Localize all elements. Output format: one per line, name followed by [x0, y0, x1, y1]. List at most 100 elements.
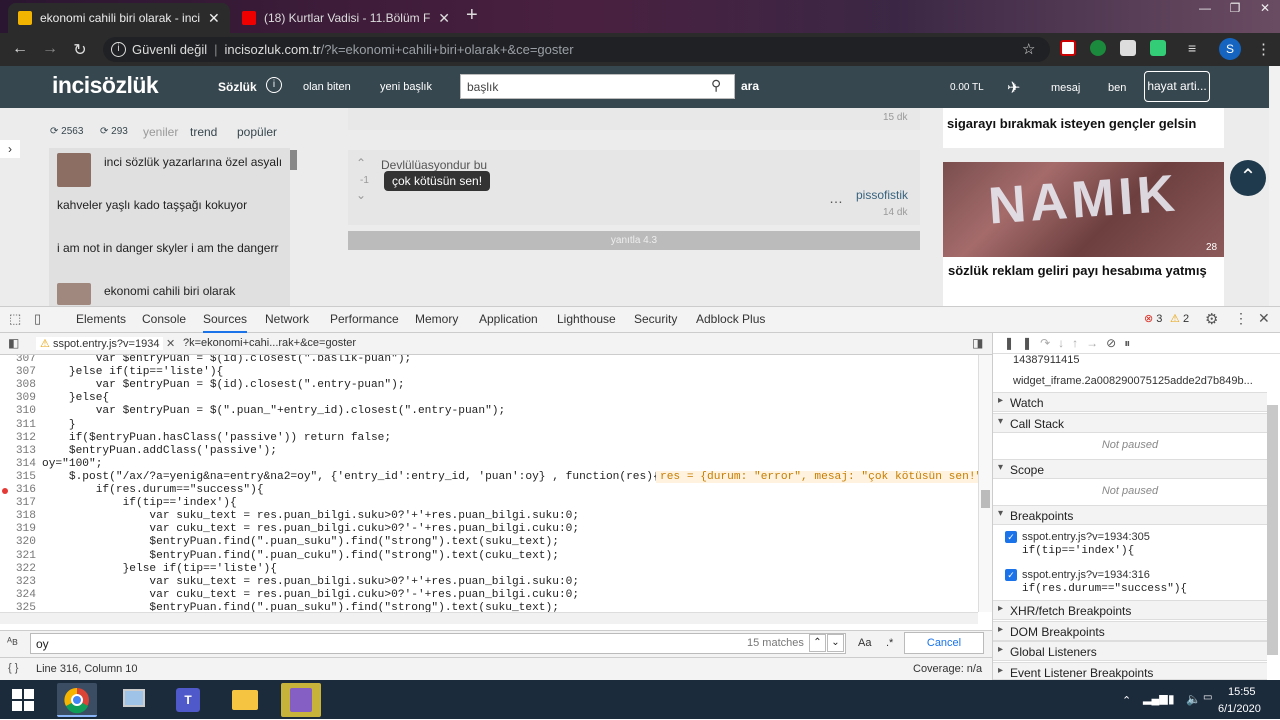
line-number[interactable]: 311 [6, 419, 36, 431]
downvote-icon[interactable]: ⌄ [356, 188, 366, 202]
line-number[interactable]: 319 [6, 523, 36, 535]
line-number[interactable]: 308 [6, 379, 36, 391]
settings-gear-icon[interactable]: ⚙ [1205, 310, 1218, 328]
headline-image[interactable]: NAMIK [943, 162, 1224, 257]
extension-icon[interactable] [1150, 40, 1166, 56]
line-number[interactable]: 325 [6, 602, 36, 612]
error-count[interactable]: ⊗ 3 [1144, 312, 1162, 325]
clock-date[interactable]: 6/1/2020 [1218, 703, 1261, 715]
adblock-extension-icon[interactable] [1060, 40, 1076, 56]
sidebar-toggle-chevron-icon[interactable]: › [0, 140, 20, 158]
browser-tab-youtube[interactable]: (18) Kurtlar Vadisi - 11.Bölüm Full ✕ [232, 3, 460, 33]
section-breakpoints[interactable]: Breakpoints [993, 505, 1267, 525]
line-number[interactable]: 314 [6, 458, 36, 470]
nav-hayat-button[interactable]: hayat arti... [1144, 71, 1210, 102]
computer-taskbar-icon[interactable] [113, 683, 153, 717]
breakpoint-checkbox[interactable]: ✓ [1005, 531, 1017, 543]
line-number[interactable]: 323 [6, 576, 36, 588]
file-tab-active[interactable]: ⚠ sspot.entry.js?v=1934 [36, 337, 164, 350]
upvote-icon[interactable]: ⌃ [356, 156, 366, 170]
line-number[interactable]: 324 [6, 589, 36, 601]
section-global-listeners[interactable]: Global Listeners [993, 641, 1267, 661]
bookmark-star-icon[interactable]: ☆ [1022, 40, 1035, 58]
headline-1[interactable]: sigarayı bırakmak isteyen gençler gelsin [947, 116, 1222, 131]
extension-icon[interactable] [1090, 40, 1106, 56]
chrome-taskbar-icon[interactable] [57, 683, 97, 717]
line-number[interactable]: 318 [6, 510, 36, 522]
media-queue-icon[interactable]: ≡ [1188, 40, 1196, 56]
line-number[interactable]: 317 [6, 497, 36, 509]
list-item[interactable]: i am not in danger skyler i am the dange… [57, 240, 287, 257]
scroll-top-chevron-icon[interactable]: ⌃ [1230, 160, 1266, 196]
section-dom-breakpoints[interactable]: DOM Breakpoints [993, 621, 1267, 641]
site-search-input[interactable]: başlık [460, 74, 735, 99]
list-item[interactable]: inci sözlük yazarlarına özel asyalı [104, 154, 284, 171]
step-over-icon[interactable]: ↷ [1040, 336, 1058, 350]
line-number[interactable]: 315 [6, 471, 36, 483]
satellite-icon[interactable]: ✈ [1007, 78, 1020, 98]
section-scope[interactable]: Scope [993, 459, 1267, 479]
regex-toggle[interactable]: .* [886, 637, 893, 649]
topic-thumbnail[interactable] [57, 153, 91, 187]
search-button[interactable]: ara [741, 79, 759, 93]
minimize-window-icon[interactable]: — [1190, 0, 1220, 18]
restore-window-icon[interactable]: ❐ [1220, 0, 1250, 18]
navigator-toggle-icon[interactable]: ◧ [8, 336, 19, 350]
close-file-icon[interactable]: ✕ [166, 337, 175, 350]
reply-button[interactable]: yanıtla 4.3 [348, 231, 920, 250]
close-tab-icon[interactable]: ✕ [438, 10, 450, 27]
breakpoint-checkbox[interactable]: ✓ [1005, 569, 1017, 581]
volume-icon[interactable]: 🔈 [1186, 692, 1201, 706]
tab-performance[interactable]: Performance [330, 312, 399, 326]
inspect-element-icon[interactable]: ⬚ [9, 311, 21, 327]
nav-mesaj[interactable]: mesaj [1051, 82, 1080, 94]
tab-memory[interactable]: Memory [415, 312, 458, 326]
section-call-stack[interactable]: Call Stack [993, 413, 1267, 433]
headline-2[interactable]: sözlük reklam geliri payı hesabıma yatmı… [948, 263, 1218, 278]
line-number[interactable]: 307 [6, 355, 36, 365]
device-toolbar-icon[interactable]: ▯ [34, 311, 41, 327]
replace-toggle-icon[interactable]: ᴬʙ [7, 636, 18, 648]
network-icon[interactable]: ▂▄▆ [1143, 692, 1168, 705]
tab-security[interactable]: Security [634, 312, 677, 326]
close-devtools-icon[interactable]: ✕ [1258, 310, 1270, 327]
topic-thumbnail[interactable] [57, 283, 91, 305]
line-number[interactable]: 309 [6, 392, 36, 404]
close-window-icon[interactable]: ✕ [1250, 0, 1280, 18]
more-options-icon[interactable]: … [829, 190, 845, 206]
tab-yeniler[interactable]: yeniler [143, 125, 178, 139]
thread-item[interactable]: 14387911415 [1013, 354, 1079, 366]
breakpoint-marker-icon[interactable] [2, 488, 8, 494]
info-icon[interactable]: i [111, 42, 126, 57]
teams-taskbar-icon[interactable]: T [167, 683, 207, 717]
line-number[interactable]: 321 [6, 550, 36, 562]
match-case-toggle[interactable]: Aa [858, 637, 871, 649]
battery-icon[interactable]: ▮ [1168, 692, 1175, 706]
find-cancel-button[interactable]: Cancel [904, 632, 984, 654]
show-hidden-icons-chevron-icon[interactable]: ⌃ [1122, 694, 1131, 707]
step-out-icon[interactable]: ↑ [1072, 336, 1086, 350]
nav-yeni-baslik[interactable]: yeni başlık [380, 81, 432, 93]
line-number[interactable]: 322 [6, 563, 36, 575]
extension-icon[interactable] [1120, 40, 1136, 56]
pause-icon[interactable]: ❚❚ [1004, 336, 1040, 350]
find-previous-chevron-icon[interactable]: ⌃ [809, 634, 826, 652]
breakpoint-file[interactable]: sspot.entry.js?v=1934:316 [1022, 569, 1150, 581]
windows-start-icon[interactable] [12, 689, 34, 711]
file-tab[interactable]: ?k=ekonomi+cahi...rak+&ce=goster [183, 337, 356, 349]
sidebar-scrollbar[interactable] [1267, 405, 1278, 655]
find-next-chevron-icon[interactable]: ⌄ [827, 634, 844, 652]
list-item[interactable]: ekonomi cahili biri olarak [104, 283, 284, 300]
tab-application[interactable]: Application [479, 312, 538, 326]
pause-on-exceptions-icon[interactable]: ⏸ [1124, 336, 1138, 350]
reload-icon[interactable]: ↻ [70, 40, 90, 60]
devtools-menu-icon[interactable]: ⋮ [1234, 310, 1248, 327]
forward-arrow-icon[interactable]: → [40, 40, 60, 58]
tab-trend[interactable]: trend [190, 125, 217, 139]
list-item[interactable]: kahveler yaşlı kado taşşağı kokuyor [57, 197, 287, 214]
find-input[interactable]: oy [30, 633, 846, 654]
balance-label[interactable]: 0.00 TL [950, 82, 984, 93]
line-number[interactable]: 320 [6, 536, 36, 548]
line-number[interactable]: 313 [6, 445, 36, 457]
tab-elements[interactable]: Elements [76, 312, 126, 326]
